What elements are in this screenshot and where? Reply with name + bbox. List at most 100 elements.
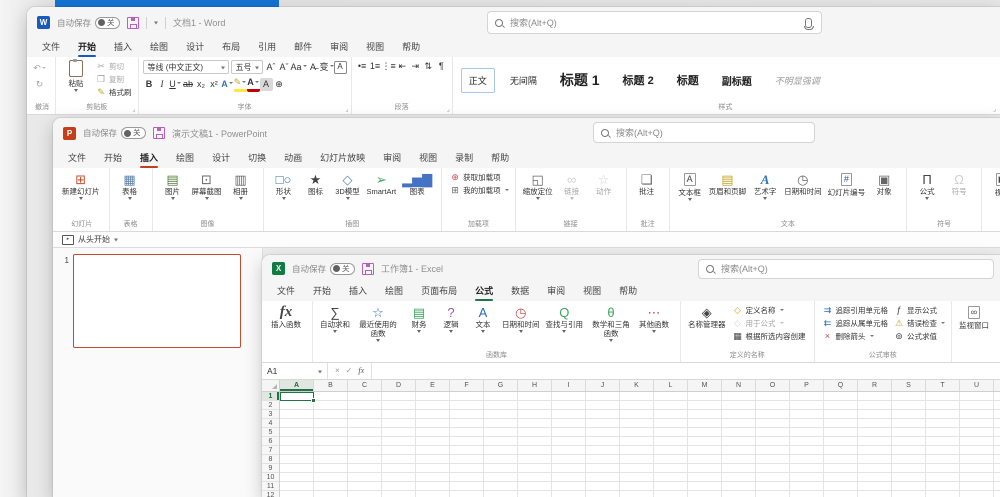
tab-home[interactable]: 开始 — [95, 148, 131, 168]
tab-review[interactable]: 审阅 — [374, 148, 410, 168]
recent-functions-button[interactable]: ☆ 最近使用的函数 — [353, 302, 403, 344]
name-manager-button[interactable]: ◈ 名称管理器 — [685, 302, 729, 329]
character-border-button[interactable]: A — [334, 61, 347, 74]
insert-function-small-button[interactable]: fx — [358, 367, 364, 375]
symbol-button[interactable]: Ω 符号 — [943, 169, 975, 196]
tab-insert[interactable]: 插入 — [340, 281, 376, 301]
column-header[interactable]: K — [620, 380, 654, 391]
shrink-font-button[interactable]: Aˇ — [278, 61, 291, 74]
tab-design[interactable]: 设计 — [177, 37, 213, 57]
column-header[interactable]: U — [960, 380, 994, 391]
tab-file[interactable]: 文件 — [33, 37, 69, 57]
tab-draw[interactable]: 绘图 — [141, 37, 177, 57]
tab-file[interactable]: 文件 — [59, 148, 95, 168]
define-name-button[interactable]: ◇ 定义名称 — [731, 304, 808, 317]
style-title[interactable]: 标题 — [669, 66, 707, 94]
save-icon[interactable] — [127, 17, 139, 29]
tab-formulas[interactable]: 公式 — [466, 281, 502, 301]
row-header[interactable]: 4 — [262, 419, 279, 428]
row-header[interactable]: 5 — [262, 428, 279, 437]
save-icon[interactable] — [153, 127, 165, 139]
tab-home[interactable]: 开始 — [69, 37, 105, 57]
tab-help[interactable]: 帮助 — [393, 37, 429, 57]
column-header[interactable]: F — [450, 380, 484, 391]
tab-insert[interactable]: 插入 — [131, 148, 167, 168]
highlight-button[interactable]: ✎ — [234, 76, 247, 92]
bullets-button[interactable]: •≡ — [356, 60, 369, 73]
tab-file[interactable]: 文件 — [268, 281, 304, 301]
insert-function-button[interactable]: fx 插入函数 — [268, 302, 304, 329]
subscript-button[interactable]: x₂ — [195, 78, 208, 91]
powerpoint-search-box[interactable] — [593, 122, 815, 143]
more-functions-button[interactable]: ⋯ 其他函数 — [636, 302, 672, 335]
redo-button[interactable]: ↻ — [33, 78, 46, 91]
font-name-select[interactable]: 等线 (中文正文) — [143, 60, 229, 74]
column-header[interactable]: C — [348, 380, 382, 391]
column-header[interactable]: O — [756, 380, 790, 391]
column-header[interactable]: P — [790, 380, 824, 391]
style-heading-2[interactable]: 标题 2 — [615, 66, 662, 94]
tab-home[interactable]: 开始 — [304, 281, 340, 301]
tab-review[interactable]: 审阅 — [538, 281, 574, 301]
save-icon[interactable] — [362, 263, 374, 275]
pictures-button[interactable]: ▤ 图片 — [157, 169, 189, 202]
style-heading-1[interactable]: 标题 1 — [552, 64, 608, 96]
font-dialog-launcher[interactable]: ⌟ — [345, 107, 348, 114]
from-beginning-button[interactable]: 从头开始 — [78, 234, 110, 245]
row-header[interactable]: 9 — [262, 464, 279, 473]
bold-button[interactable]: B — [143, 78, 156, 91]
clipboard-dialog-launcher[interactable]: ⌟ — [132, 107, 135, 114]
row-header[interactable]: 1 — [262, 392, 279, 401]
search-input[interactable] — [719, 263, 986, 275]
undo-button[interactable]: ↶ — [33, 62, 46, 75]
autosave-control[interactable]: 自动保存 关 — [83, 127, 146, 139]
tab-view[interactable]: 视图 — [574, 281, 610, 301]
selected-cell[interactable] — [280, 392, 314, 401]
trace-precedents-button[interactable]: ⇉ 追踪引用单元格 — [821, 304, 891, 317]
logical-button[interactable]: ? 逻辑 — [435, 302, 467, 335]
tab-transitions[interactable]: 切换 — [239, 148, 275, 168]
superscript-button[interactable]: x² — [208, 78, 221, 91]
numbering-button[interactable]: 1≡ — [369, 60, 382, 73]
tab-review[interactable]: 审阅 — [321, 37, 357, 57]
tab-insert[interactable]: 插入 — [105, 37, 141, 57]
paste-button[interactable]: 粘贴 — [60, 58, 92, 94]
select-all-corner[interactable] — [262, 380, 280, 391]
zoom-button[interactable]: ◱ 缩放定位 — [520, 169, 556, 202]
style-normal[interactable]: 正文 — [461, 68, 495, 93]
sort-button[interactable]: ⇅ — [422, 60, 435, 73]
column-header[interactable]: L — [654, 380, 688, 391]
row-header[interactable]: 10 — [262, 473, 279, 482]
column-header[interactable]: J — [586, 380, 620, 391]
create-from-selection-button[interactable]: ▦ 根据所选内容创建 — [731, 330, 808, 343]
tab-page-layout[interactable]: 页面布局 — [412, 281, 466, 301]
enclose-characters-button[interactable]: ⊕ — [273, 78, 286, 91]
trace-dependents-button[interactable]: ⇇ 追踪从属单元格 — [821, 317, 891, 330]
slide-thumbnail[interactable] — [73, 254, 241, 348]
change-case-button[interactable]: Aa — [291, 61, 307, 74]
get-add-ins-button[interactable]: ⊕ 获取加载项 — [448, 171, 511, 184]
text-effects-button[interactable]: A — [221, 78, 234, 91]
autosave-toggle[interactable]: 关 — [121, 127, 146, 139]
char-shading-button[interactable]: A — [260, 78, 273, 91]
tab-references[interactable]: 引用 — [249, 37, 285, 57]
error-checking-button[interactable]: ⚠ 错误检查 — [892, 317, 947, 330]
word-search-box[interactable] — [487, 11, 822, 34]
tab-slideshow[interactable]: 幻灯片放映 — [311, 148, 374, 168]
tab-mailings[interactable]: 邮件 — [285, 37, 321, 57]
strikethrough-button[interactable]: ab — [182, 78, 195, 91]
lookup-reference-button[interactable]: Q 查找与引用 — [543, 302, 587, 335]
my-add-ins-button[interactable]: ⊞ 我的加载项 — [448, 184, 511, 197]
column-header[interactable]: B — [314, 380, 348, 391]
row-header[interactable]: 11 — [262, 482, 279, 491]
column-header[interactable]: M — [688, 380, 722, 391]
column-header[interactable]: E — [416, 380, 450, 391]
qat-customize-chevron-icon[interactable] — [154, 22, 158, 27]
show-marks-button[interactable]: ¶ — [435, 60, 448, 73]
column-header[interactable]: G — [484, 380, 518, 391]
link-button[interactable]: ∞ 链接 — [556, 169, 588, 202]
evaluate-formula-button[interactable]: ⊚ 公式求值 — [892, 330, 947, 343]
chevron-down-icon[interactable] — [114, 239, 118, 244]
copy-button[interactable]: ❐ 复制 — [94, 73, 134, 86]
tab-view[interactable]: 视图 — [357, 37, 393, 57]
